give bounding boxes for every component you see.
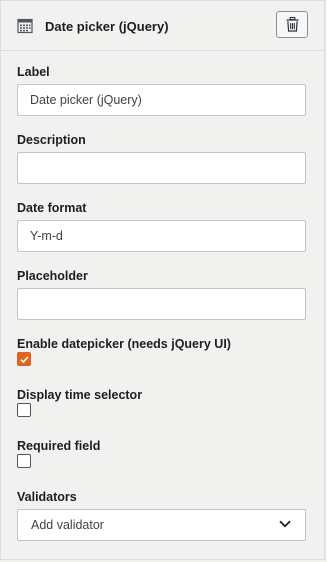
field-title: Date picker (jQuery) <box>45 19 169 34</box>
validators-label: Validators <box>17 490 77 504</box>
placeholder-input[interactable] <box>17 288 306 320</box>
description-input[interactable] <box>17 152 306 184</box>
calendar-icon <box>17 18 33 34</box>
panel-header: Date picker (jQuery) <box>1 1 324 51</box>
date-format-input[interactable] <box>17 220 306 252</box>
enable-datepicker-label: Enable datepicker (needs jQuery UI) <box>17 337 231 351</box>
display-time-label: Display time selector <box>17 388 143 402</box>
delete-field-button[interactable] <box>276 11 308 38</box>
add-validator-select[interactable]: Add validator <box>17 509 306 541</box>
date-format-field-label: Date format <box>17 201 87 215</box>
chevron-down-icon <box>279 520 291 528</box>
label-field-label: Label <box>17 65 50 79</box>
description-field-label: Description <box>17 133 86 147</box>
field-settings-panel: Date picker (jQuery) Label Description D… <box>0 0 325 560</box>
placeholder-field-label: Placeholder <box>17 269 88 283</box>
checkmark-icon <box>19 355 29 363</box>
label-input[interactable] <box>17 84 306 116</box>
select-value: Add validator <box>31 518 104 532</box>
required-field-checkbox[interactable] <box>17 454 31 468</box>
enable-datepicker-checkbox[interactable] <box>17 352 31 366</box>
required-field-label: Required field <box>17 439 101 453</box>
trash-icon <box>285 17 299 32</box>
display-time-checkbox[interactable] <box>17 403 31 417</box>
